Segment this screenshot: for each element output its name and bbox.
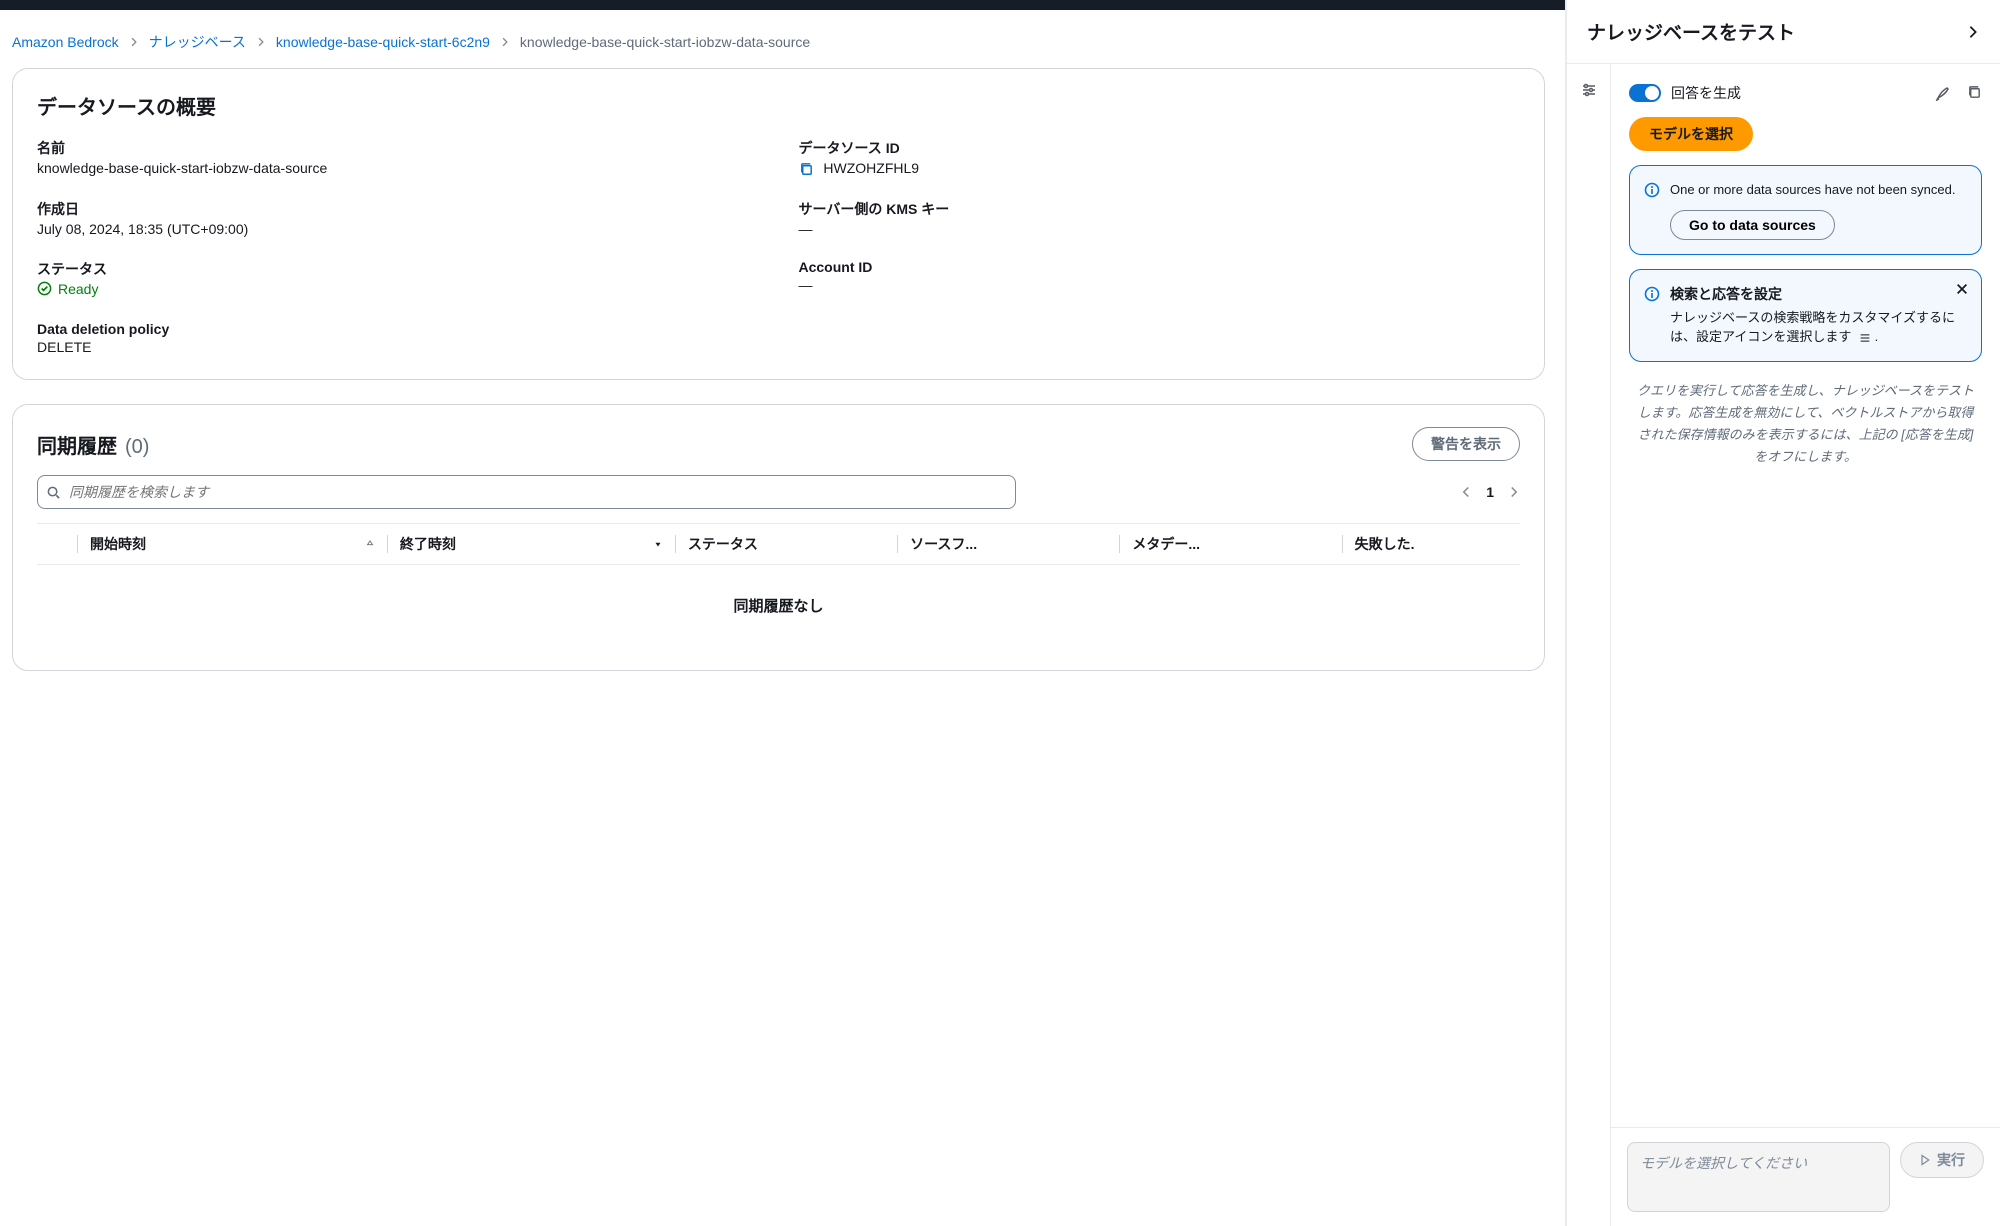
col-start[interactable]: 開始時刻 <box>90 534 146 554</box>
label-kms: サーバー側の KMS キー <box>799 199 1521 219</box>
label-account-id: Account ID <box>799 259 1521 275</box>
breadcrumb-bedrock[interactable]: Amazon Bedrock <box>12 34 119 50</box>
sync-title-text: 同期履歴 <box>37 430 117 459</box>
col-status[interactable]: ステータス <box>676 534 897 554</box>
show-warnings-button[interactable]: 警告を表示 <box>1412 427 1520 461</box>
sync-warning-box: One or more data sources have not been s… <box>1629 165 1982 255</box>
page-number: 1 <box>1486 484 1494 500</box>
close-icon[interactable] <box>1955 282 1969 296</box>
breadcrumb-current: knowledge-base-quick-start-iobzw-data-so… <box>520 34 810 50</box>
col-meta[interactable]: メタデー... <box>1120 534 1341 554</box>
col-failed[interactable]: 失敗した. <box>1343 534 1520 554</box>
breadcrumb-knowledge-bases[interactable]: ナレッジベース <box>149 32 246 52</box>
go-to-datasources-button[interactable]: Go to data sources <box>1670 210 1835 240</box>
pagination: 1 <box>1460 484 1520 500</box>
sync-search-box[interactable] <box>37 475 1016 509</box>
breadcrumb: Amazon Bedrock ナレッジベース knowledge-base-qu… <box>12 18 1545 68</box>
value-datasource-id: HWZOHZFHL9 <box>823 160 919 176</box>
page-next-button[interactable] <box>1508 486 1520 498</box>
sync-empty-state: 同期履歴なし <box>37 565 1520 646</box>
copy-all-icon[interactable] <box>1967 85 1982 101</box>
check-circle-icon <box>37 281 52 296</box>
select-model-button[interactable]: モデルを選択 <box>1629 117 1753 151</box>
brush-icon[interactable] <box>1935 85 1951 101</box>
label-status: ステータス <box>37 259 759 279</box>
generate-response-toggle[interactable] <box>1629 84 1661 102</box>
chevron-right-icon <box>500 37 510 47</box>
play-icon <box>1919 1154 1931 1166</box>
breadcrumb-knowledge-base-id[interactable]: knowledge-base-quick-start-6c2n9 <box>276 34 490 50</box>
run-button-label: 実行 <box>1937 1150 1965 1170</box>
status-badge: Ready <box>37 281 98 297</box>
settings-inline-icon <box>1859 333 1871 343</box>
col-source[interactable]: ソースフ... <box>898 534 1119 554</box>
label-name: 名前 <box>37 138 759 158</box>
sort-icon <box>365 539 375 549</box>
label-created: 作成日 <box>37 199 759 219</box>
value-account-id: — <box>799 277 1521 293</box>
sync-table-header: 開始時刻 終了時刻 ステータス ソースフ... メタデー... <box>37 523 1520 565</box>
sync-history-card: 同期履歴 (0) 警告を表示 1 <box>12 404 1545 671</box>
overview-title: データソースの概要 <box>37 91 1520 120</box>
label-datasource-id: データソース ID <box>799 138 1521 158</box>
sort-desc-icon <box>653 539 663 549</box>
generate-response-label: 回答を生成 <box>1671 83 1741 103</box>
value-name: knowledge-base-quick-start-iobzw-data-so… <box>37 160 759 176</box>
chevron-right-icon <box>129 37 139 47</box>
configure-search-box: 検索と応答を設定 ナレッジベースの検索戦略をカスタマイズするには、設定アイコンを… <box>1629 269 1982 362</box>
value-deletion-policy: DELETE <box>37 339 759 355</box>
copy-icon[interactable] <box>799 162 814 177</box>
col-end[interactable]: 終了時刻 <box>400 534 456 554</box>
search-icon <box>46 485 61 500</box>
configure-body: ナレッジベースの検索戦略をカスタマイズするには、設定アイコンを選択します <box>1670 310 1955 345</box>
test-panel-title: ナレッジベースをテスト <box>1587 18 1795 45</box>
value-created: July 08, 2024, 18:35 (UTC+09:00) <box>37 221 759 237</box>
label-deletion-policy: Data deletion policy <box>37 321 759 337</box>
settings-icon[interactable] <box>1581 82 1597 98</box>
info-icon <box>1644 286 1660 347</box>
info-icon <box>1644 182 1660 240</box>
test-hint: クエリを実行して応答を生成し、ナレッジベースをテストします。応答生成を無効にして… <box>1635 380 1976 468</box>
sync-search-input[interactable] <box>69 484 1007 500</box>
sync-history-title: 同期履歴 (0) <box>37 430 149 459</box>
value-kms: — <box>799 221 1521 237</box>
chevron-right-icon <box>256 37 266 47</box>
query-input[interactable]: モデルを選択してください <box>1627 1142 1890 1212</box>
datasource-overview-card: データソースの概要 名前 knowledge-base-quick-start-… <box>12 68 1545 380</box>
collapse-panel-button[interactable] <box>1966 25 1980 39</box>
page-prev-button[interactable] <box>1460 486 1472 498</box>
sync-warning-text: One or more data sources have not been s… <box>1670 180 1967 200</box>
status-text: Ready <box>58 281 98 297</box>
sync-count: (0) <box>125 436 149 459</box>
test-panel: ナレッジベースをテスト 回答を生成 <box>1566 0 2000 1226</box>
run-button[interactable]: 実行 <box>1900 1142 1984 1178</box>
configure-title: 検索と応答を設定 <box>1670 284 1967 304</box>
